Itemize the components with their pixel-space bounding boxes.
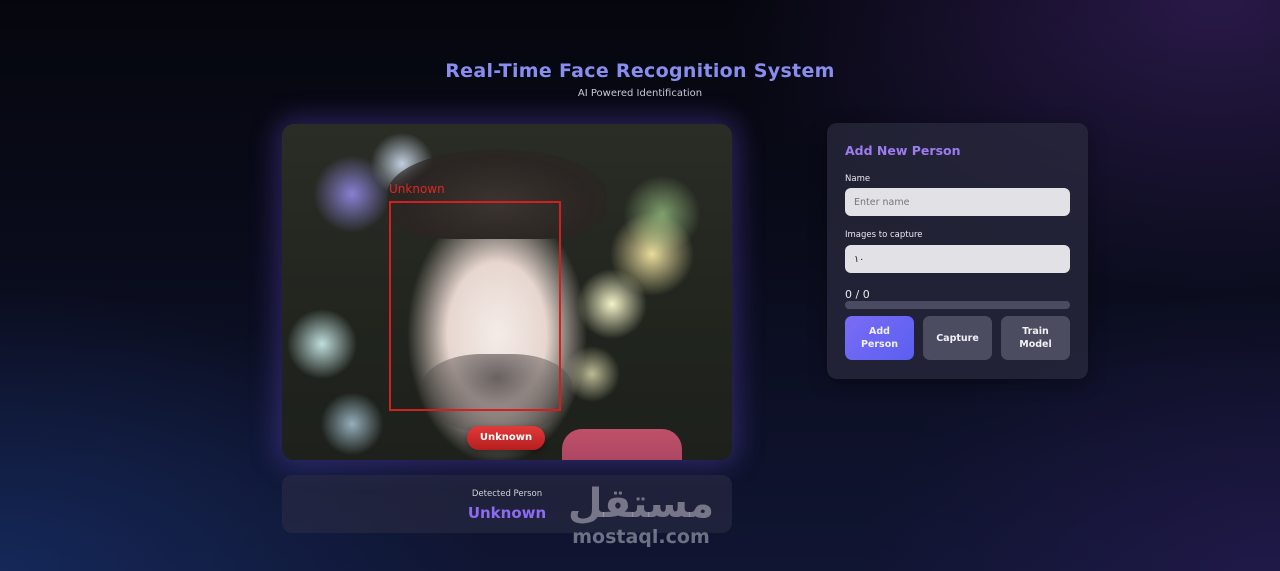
shirt-image: [562, 429, 682, 460]
watermark-latin: mostaql.com: [572, 526, 710, 548]
face-box-label: Unknown: [389, 182, 445, 196]
add-person-button[interactable]: Add Person: [845, 316, 914, 360]
add-person-card: Add New Person Name Images to capture 0 …: [827, 123, 1088, 379]
capture-progress-bar: [845, 301, 1070, 309]
train-model-button[interactable]: Train Model: [1001, 316, 1070, 360]
watermark-arabic: مستقل: [567, 481, 715, 527]
images-to-capture-label: Images to capture: [845, 230, 923, 240]
add-person-title: Add New Person: [845, 143, 961, 158]
page-subtitle: AI Powered Identification: [577, 88, 703, 99]
face-bounding-box: [389, 201, 561, 411]
name-input[interactable]: [845, 188, 1070, 216]
images-to-capture-input[interactable]: [845, 245, 1070, 273]
capture-progress-text: 0 / 0: [845, 288, 870, 301]
recognition-status-badge: Unknown: [467, 426, 545, 450]
video-panel: Unknown Unknown: [282, 124, 732, 460]
watermark-logo: مستقل mostaql.com: [556, 482, 726, 548]
capture-button[interactable]: Capture: [923, 316, 992, 360]
page-title: Real-Time Face Recognition System: [445, 60, 835, 82]
name-label: Name: [845, 174, 871, 184]
